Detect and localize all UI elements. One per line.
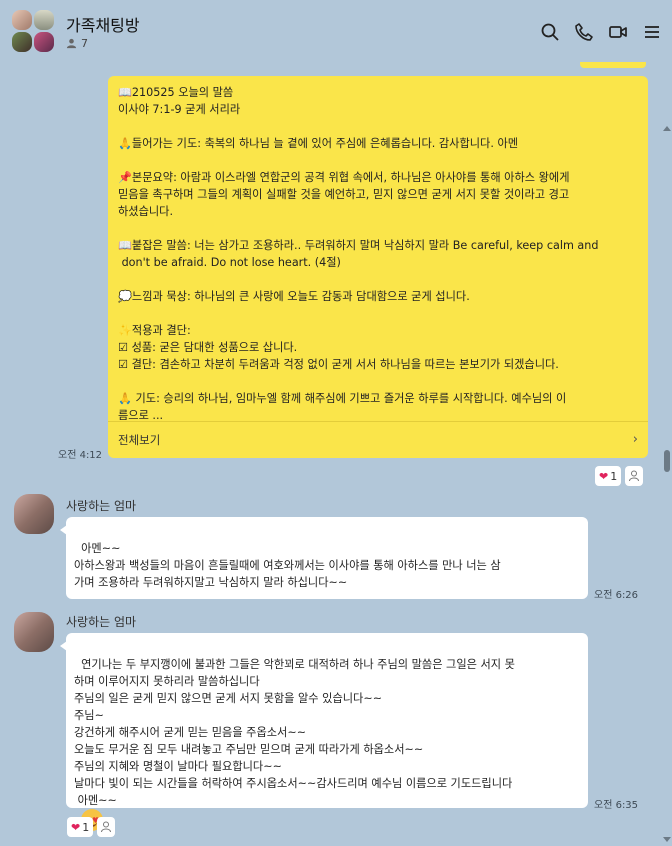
message-bubble[interactable]: 연기나는 두 부지깽이에 불과한 그들은 악한꾀로 대적하려 하나 주님의 말씀… [60, 633, 588, 831]
message-time: 오전 6:35 [594, 800, 639, 811]
heart-reaction[interactable]: ❤ 1 [595, 466, 622, 486]
see-all-link[interactable]: 전체보기 [118, 432, 160, 448]
member-avatar [12, 32, 32, 52]
add-reaction-button[interactable] [625, 466, 644, 486]
sender-name: 사랑하는 엄마 [66, 499, 137, 513]
phone-icon[interactable] [574, 22, 594, 42]
message-text: 아멘~~ 아하스왕과 백성들의 마음이 흔들릴때에 여호와께서는 이사야를 통해… [74, 542, 501, 589]
message-time: 오전 6:26 [594, 590, 639, 601]
sender-name: 사랑하는 엄마 [66, 615, 137, 629]
menu-icon[interactable] [642, 22, 662, 42]
chat-header: 가족채팅방 7 [0, 0, 672, 62]
add-reaction-button[interactable] [97, 817, 116, 837]
previous-message-edge [580, 62, 646, 68]
heart-icon: ❤ [599, 469, 609, 483]
member-avatar [12, 10, 32, 30]
scroll-down-icon[interactable] [663, 837, 671, 842]
search-icon[interactable] [540, 22, 560, 42]
message-text: 연기나는 두 부지깽이에 불과한 그들은 악한꾀로 대적하려 하나 주님의 말씀… [74, 658, 515, 807]
reaction-bar: ❤ 1 [595, 466, 644, 486]
chevron-right-icon[interactable]: › [633, 432, 638, 447]
reaction-count: 1 [610, 469, 618, 483]
member-count[interactable]: 7 [66, 37, 88, 50]
member-avatar [34, 32, 54, 52]
person-icon [629, 470, 640, 482]
sender-avatar[interactable] [14, 612, 54, 652]
scroll-up-icon[interactable] [663, 126, 671, 131]
message-bubble[interactable]: 아멘~~ 아하스왕과 백성들의 마음이 흔들릴때에 여호와께서는 이사야를 통해… [60, 517, 588, 599]
person-icon [66, 38, 77, 49]
heart-reaction[interactable]: ❤ 1 [67, 817, 94, 837]
reaction-count: 1 [82, 820, 90, 834]
devotional-message-card[interactable]: 📖210525 오늘의 말씀 이사야 7:1-9 굳게 서리라 🙏들어가는 기도… [108, 76, 648, 458]
person-icon [101, 821, 112, 833]
scrollbar[interactable] [662, 62, 672, 846]
member-count-label: 7 [81, 37, 88, 50]
divider [108, 421, 648, 422]
member-avatar [34, 10, 54, 30]
group-avatar[interactable] [12, 10, 56, 54]
reaction-bar: ❤ 1 [67, 817, 116, 837]
heart-icon: ❤ [71, 820, 81, 834]
chat-title: 가족채팅방 [66, 16, 140, 35]
video-call-icon[interactable] [608, 22, 628, 42]
devotional-message-text: 📖210525 오늘의 말씀 이사야 7:1-9 굳게 서리라 🙏들어가는 기도… [118, 86, 599, 422]
scroll-thumb[interactable] [664, 450, 670, 472]
sender-avatar[interactable] [14, 494, 54, 534]
message-time: 오전 4:12 [58, 450, 103, 461]
